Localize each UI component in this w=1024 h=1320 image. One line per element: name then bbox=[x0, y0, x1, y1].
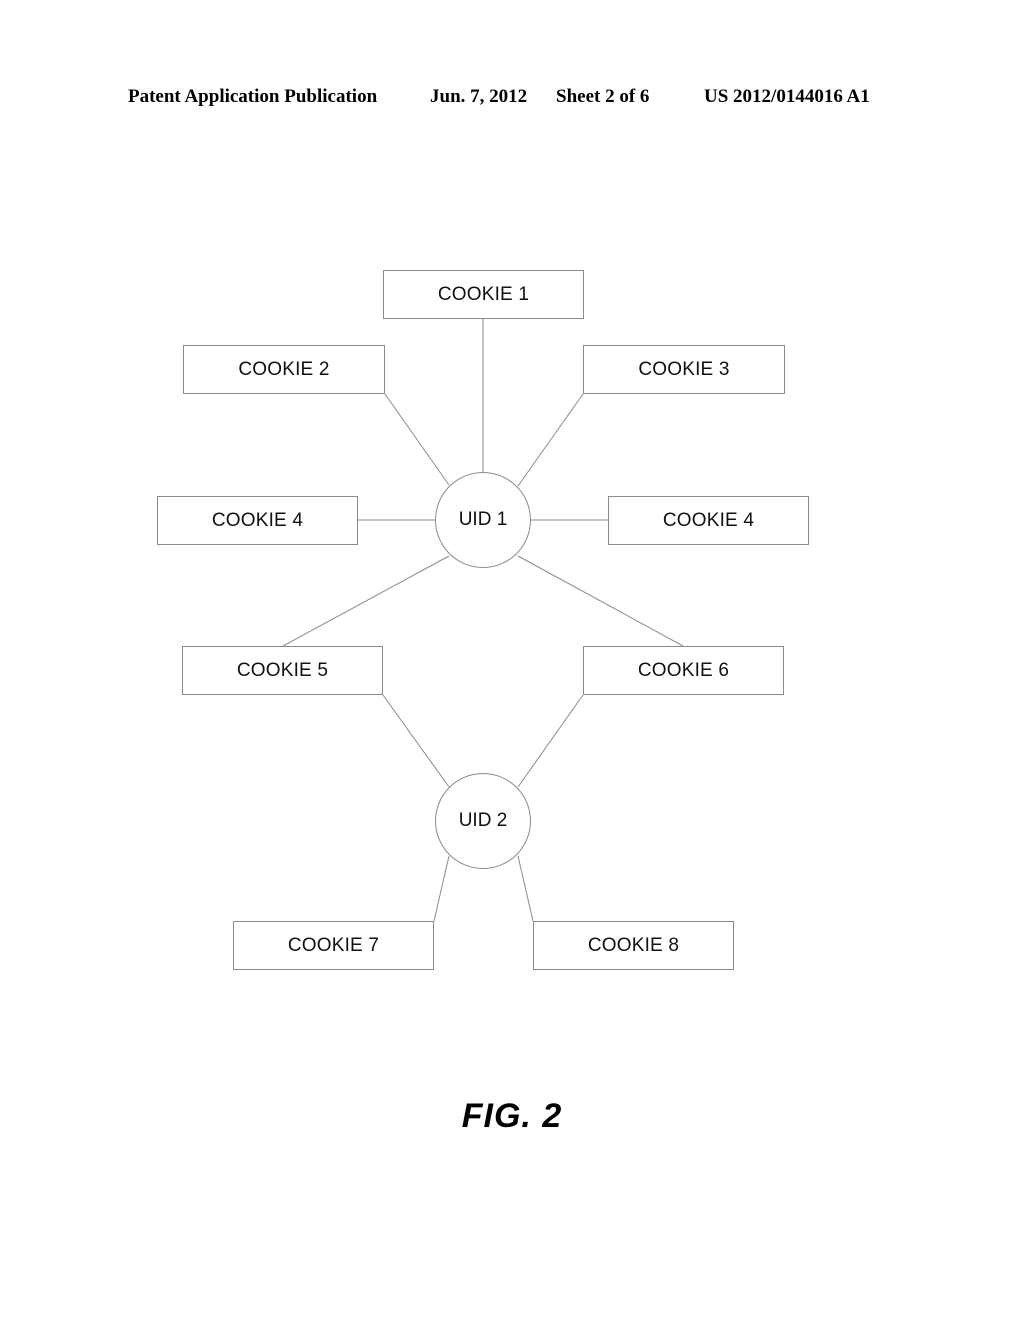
node-label: COOKIE 2 bbox=[238, 358, 330, 380]
cookie-node-cookie8: COOKIE 8 bbox=[533, 921, 734, 970]
node-label: UID 1 bbox=[458, 509, 508, 530]
edge-uid2-to-cookie8 bbox=[517, 855, 534, 922]
node-label: UID 2 bbox=[458, 810, 508, 831]
node-label: COOKIE 3 bbox=[638, 358, 730, 380]
cookie-node-cookie6: COOKIE 6 bbox=[583, 646, 784, 695]
edge-uid1-to-cookie5 bbox=[282, 555, 450, 647]
cookie-node-cookie7: COOKIE 7 bbox=[233, 921, 434, 970]
edge-cookie3-to-uid1 bbox=[517, 393, 584, 487]
cookie-node-cookie5: COOKIE 5 bbox=[182, 646, 383, 695]
node-label: COOKIE 5 bbox=[236, 659, 329, 681]
edge-cookie5-to-uid2 bbox=[382, 694, 450, 788]
cookie-node-cookie4b: COOKIE 4 bbox=[608, 496, 809, 545]
edge-uid2-to-cookie7 bbox=[433, 855, 450, 922]
node-label: COOKIE 1 bbox=[437, 283, 530, 305]
edge-cookie6-to-uid2 bbox=[517, 694, 584, 788]
uid-node-uid1: UID 1 bbox=[435, 472, 531, 568]
cookie-node-cookie4a: COOKIE 4 bbox=[157, 496, 358, 545]
edge-uid1-to-cookie6 bbox=[517, 555, 684, 647]
cookie-node-cookie1: COOKIE 1 bbox=[383, 270, 584, 319]
cookie-node-cookie2: COOKIE 2 bbox=[183, 345, 385, 394]
node-label: COOKIE 4 bbox=[662, 509, 755, 531]
node-label: COOKIE 8 bbox=[587, 934, 680, 956]
uid-node-uid2: UID 2 bbox=[435, 773, 531, 869]
edge-cookie2-to-uid1 bbox=[384, 393, 450, 486]
node-label: COOKIE 7 bbox=[287, 934, 380, 956]
cookie-node-cookie3: COOKIE 3 bbox=[583, 345, 785, 394]
figure-caption: FIG. 2 bbox=[461, 1097, 563, 1135]
node-label: COOKIE 4 bbox=[211, 509, 304, 531]
node-label: COOKIE 6 bbox=[637, 659, 730, 681]
